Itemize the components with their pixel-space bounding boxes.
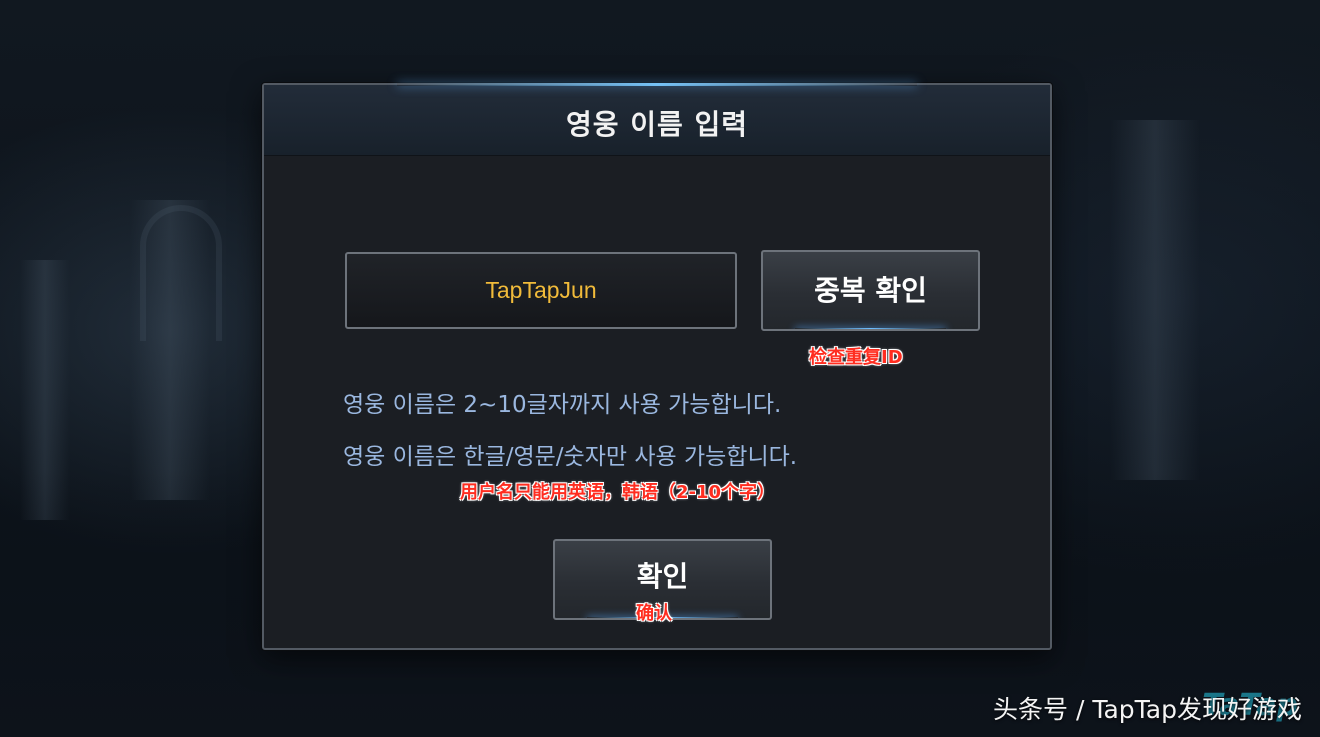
- button-glow: [795, 328, 946, 329]
- name-length-rule: 영웅 이름은 2~10글자까지 사용 가능합니다.: [343, 392, 782, 418]
- background-pillar: [1110, 120, 1200, 480]
- duplicate-check-label: 중복 확인: [814, 274, 927, 307]
- confirm-annotation: 确认: [636, 603, 672, 624]
- name-charset-rule: 영웅 이름은 한글/영문/숫자만 사용 가능합니다.: [343, 444, 798, 470]
- name-rule-annotation: 用户名只能用英语，韩语（2-10个字）: [460, 482, 776, 503]
- dialog-title: 영웅 이름 입력: [565, 108, 749, 141]
- duplicate-check-annotation: 检查重复ID: [809, 347, 903, 368]
- watermark: 头条号 / TapTap发现好游戏: [993, 695, 1302, 724]
- confirm-label: 확인: [636, 560, 689, 593]
- duplicate-check-button[interactable]: 중복 확인: [761, 250, 980, 331]
- hero-name-input[interactable]: [345, 252, 737, 329]
- hero-name-dialog: 영웅 이름 입력 중복 확인 检查重复ID 영웅 이름은 2~10글자까지 사용…: [262, 83, 1052, 650]
- dialog-header: 영웅 이름 입력: [264, 83, 1050, 156]
- background-arch: [140, 205, 222, 341]
- header-glow: [397, 83, 917, 86]
